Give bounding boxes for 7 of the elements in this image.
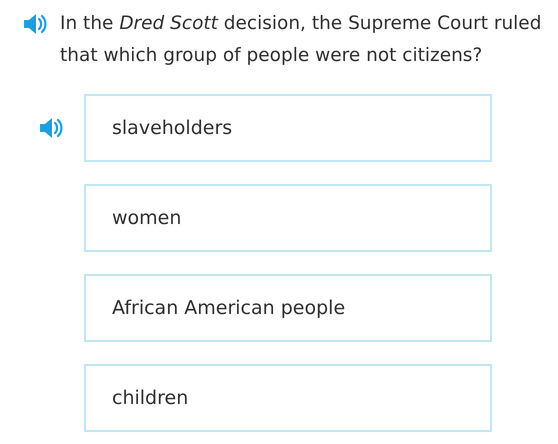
answer-option[interactable]: women [84, 184, 492, 252]
question-text: In the Dred Scott decision, the Supreme Court ruled that which group of people were not citizens? [60, 12, 542, 68]
answer-option[interactable]: slaveholders [84, 94, 492, 162]
answer-option[interactable]: African American people [84, 274, 492, 342]
speaker-icon[interactable] [22, 12, 48, 36]
speaker-icon[interactable] [38, 116, 64, 140]
answer-option[interactable]: children [84, 364, 492, 432]
